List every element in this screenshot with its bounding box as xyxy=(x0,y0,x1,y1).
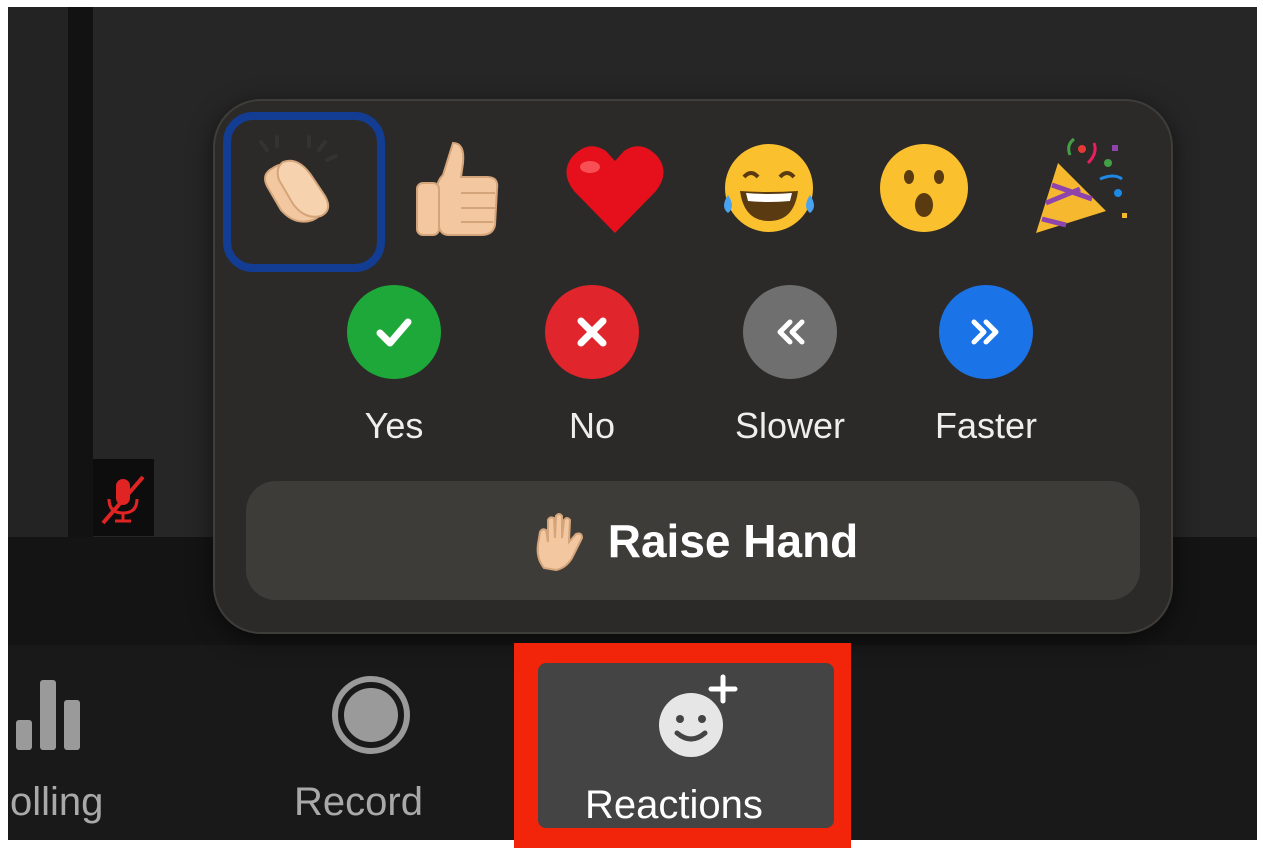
record-button[interactable]: Record xyxy=(280,660,460,840)
reactions-button[interactable]: Reactions xyxy=(538,663,834,828)
raise-hand-button[interactable]: Raise Hand xyxy=(246,481,1140,600)
meeting-window: Yes No Slower Faster Raise Hand olling R… xyxy=(0,0,1263,848)
feedback-no-button[interactable]: No xyxy=(512,285,672,446)
record-icon xyxy=(332,676,410,754)
heart-icon[interactable] xyxy=(560,133,670,243)
feedback-yes-label: Yes xyxy=(364,405,424,446)
tile-divider xyxy=(68,7,93,537)
reactions-label: Reactions xyxy=(585,783,763,827)
record-label: Record xyxy=(294,780,423,824)
add-reaction-icon xyxy=(659,674,738,757)
party-popper-icon[interactable] xyxy=(1022,133,1132,243)
feedback-slower-label: Slower xyxy=(734,405,846,446)
tears-of-joy-icon[interactable] xyxy=(714,133,824,243)
muted-mic-icon xyxy=(101,475,145,525)
x-icon xyxy=(545,285,639,379)
raise-hand-label: Raise Hand xyxy=(607,514,859,567)
muted-indicator xyxy=(93,459,154,536)
check-icon xyxy=(347,285,441,379)
feedback-slower-button[interactable]: Slower xyxy=(710,285,870,446)
feedback-faster-label: Faster xyxy=(934,405,1038,446)
rewind-icon xyxy=(743,285,837,379)
open-mouth-icon[interactable] xyxy=(869,133,979,243)
bar-chart-icon xyxy=(16,680,80,750)
raised-hand-icon xyxy=(536,512,583,571)
video-tile-left xyxy=(8,7,68,537)
clapping-hands-icon[interactable] xyxy=(237,120,347,230)
polling-button[interactable]: olling xyxy=(8,660,168,840)
feedback-yes-button[interactable]: Yes xyxy=(314,285,474,446)
feedback-no-label: No xyxy=(568,405,616,446)
fast-forward-icon xyxy=(939,285,1033,379)
polling-label: olling xyxy=(10,780,104,824)
thumbs-up-icon[interactable] xyxy=(403,133,513,243)
feedback-faster-button[interactable]: Faster xyxy=(906,285,1066,446)
